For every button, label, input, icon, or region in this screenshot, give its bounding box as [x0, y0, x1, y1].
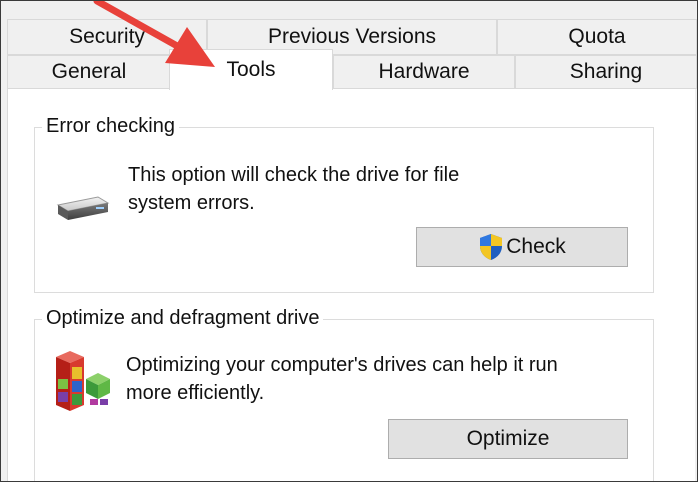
optimize-button-label: Optimize [466, 427, 550, 450]
optimize-title: Optimize and defragment drive [42, 307, 324, 330]
error-checking-description: This option will check the drive for fil… [128, 161, 459, 217]
check-button[interactable]: Check [416, 227, 628, 267]
tools-tab-panel: Error checking This option will check th… [7, 88, 695, 481]
arrow-icon [93, 1, 215, 67]
error-checking-description-line1: This option will check the drive for fil… [128, 164, 460, 186]
optimize-description-line1: Optimizing your computer's drives can he… [126, 354, 558, 376]
check-button-label: Check [506, 235, 566, 258]
optimize-description: Optimizing your computer's drives can he… [126, 351, 558, 407]
optimize-description-line2: more efficiently. [126, 382, 265, 404]
optimize-button[interactable]: Optimize [388, 419, 628, 459]
drive-icon [56, 196, 110, 220]
error-checking-title: Error checking [42, 115, 179, 138]
defrag-icon [56, 351, 110, 411]
uac-shield-icon [480, 234, 503, 260]
properties-dialog: Security Previous Versions Quota General… [0, 0, 698, 482]
error-checking-description-line2: system errors. [128, 192, 255, 214]
